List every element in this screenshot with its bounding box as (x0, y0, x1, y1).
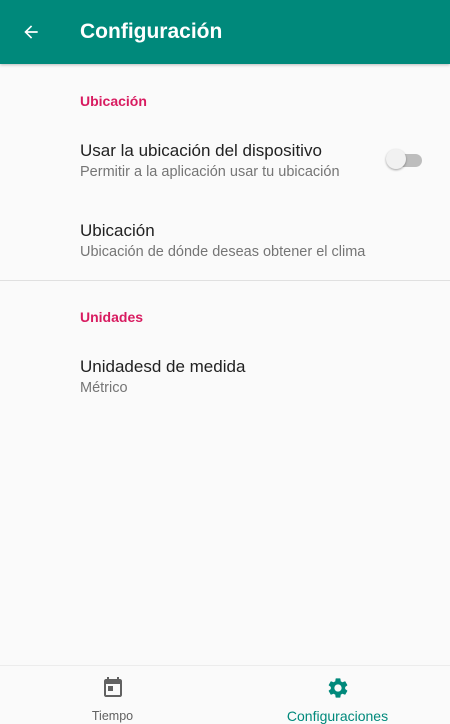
pref-title: Unidadesd de medida (80, 357, 246, 376)
location-toggle-switch[interactable] (386, 149, 422, 169)
section-divider (0, 280, 450, 281)
pref-title: Ubicación (80, 221, 155, 240)
section-header-location: Ubicación (80, 93, 147, 109)
pref-location[interactable]: Ubicación Ubicación de dónde deseas obte… (0, 208, 450, 272)
pref-summary: Permitir a la aplicación usar tu ubicaci… (80, 164, 340, 180)
switch-thumb (386, 149, 406, 169)
pref-summary: Métrico (80, 380, 128, 396)
nav-item-weather[interactable]: Tiempo (0, 666, 225, 724)
pref-title: Usar la ubicación del dispositivo (80, 141, 322, 160)
section-header-units: Unidades (80, 309, 144, 325)
pref-use-device-location[interactable]: Usar la ubicación del dispositivo Permit… (0, 128, 450, 192)
nav-item-settings[interactable]: Configuraciones (225, 666, 450, 724)
pref-summary: Ubicación de dónde deseas obtener el cli… (80, 244, 366, 260)
back-button[interactable] (19, 20, 43, 44)
gear-icon (328, 678, 347, 698)
arrow-back-icon (24, 25, 38, 39)
page-title: Configuración (80, 20, 223, 43)
nav-label: Configuraciones (286, 708, 389, 724)
nav-label: Tiempo (91, 709, 134, 723)
pref-units[interactable]: Unidadesd de medida Métrico (0, 344, 450, 408)
app-bar: Configuración (0, 0, 450, 64)
bottom-navigation: Tiempo Configuraciones (0, 665, 450, 724)
calendar-icon (103, 677, 122, 697)
